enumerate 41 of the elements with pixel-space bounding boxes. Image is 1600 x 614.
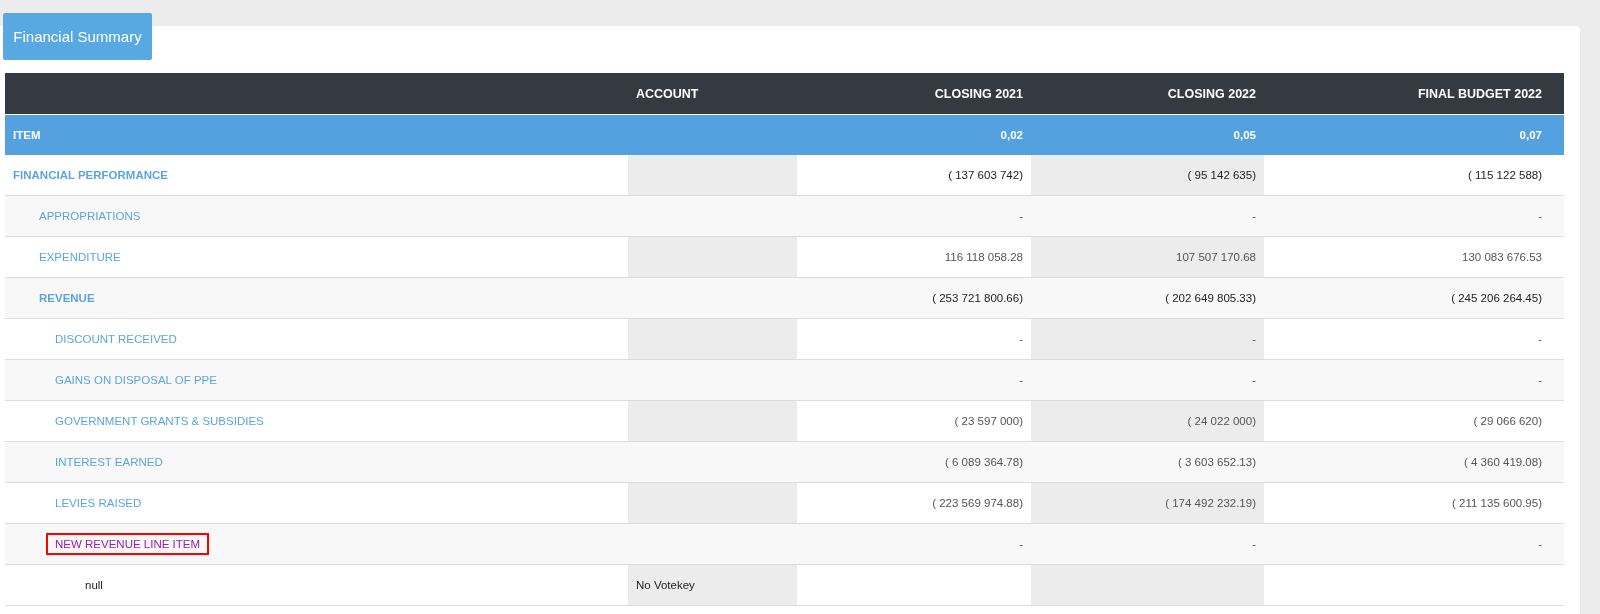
column-header: ACCOUNT [628, 73, 797, 114]
amount-cell: ( 24 022 000) [1031, 401, 1264, 442]
column-header: CLOSING 2021 [797, 73, 1031, 114]
amount-cell: ( 202 649 805.33) [1031, 278, 1264, 319]
amount-cell: - [797, 524, 1031, 565]
amount-cell: ( 174 492 232.19) [1031, 483, 1264, 524]
amount-cell: - [1264, 196, 1564, 237]
amount-cell: - [1264, 524, 1564, 565]
item-link[interactable]: FINANCIAL PERFORMANCE [4, 164, 178, 186]
amount-cell: ( 245 206 264.45) [1264, 278, 1564, 319]
column-header: FINAL BUDGET 2022 [1264, 73, 1564, 114]
item-link[interactable]: DISCOUNT RECEIVED [46, 328, 186, 350]
amount-cell: 107 507 170.68 [1031, 237, 1264, 278]
item-link[interactable]: NEW REVENUE LINE ITEM [46, 533, 210, 555]
item-link[interactable]: EXPENDITURE [30, 246, 130, 268]
column-header: CLOSING 2022 [1031, 73, 1264, 114]
account-cell: No Votekey [628, 565, 797, 606]
amount-cell: - [1031, 524, 1264, 565]
amount-cell: ( 95 142 635) [1031, 155, 1264, 196]
total-row-cell: 0,07 [1264, 114, 1564, 155]
item-link[interactable]: APPROPRIATIONS [30, 205, 150, 227]
financial-summary-tab[interactable]: Financial Summary [3, 13, 152, 60]
total-row-cell: 0,02 [797, 114, 1031, 155]
item-link[interactable]: null [76, 574, 112, 596]
amount-cell: - [1031, 319, 1264, 360]
item-link[interactable]: LEVIES RAISED [46, 492, 151, 514]
amount-cell: - [1264, 360, 1564, 401]
item-link[interactable]: INTEREST EARNED [46, 451, 172, 473]
amount-cell: ( 4 360 419.08) [1264, 442, 1564, 483]
item-link[interactable]: REVENUE [30, 287, 104, 309]
amount-cell: - [1031, 360, 1264, 401]
item-link[interactable]: GOVERNMENT GRANTS & SUBSIDIES [46, 410, 273, 432]
item-link[interactable]: GAINS ON DISPOSAL OF PPE [46, 369, 226, 391]
amount-cell: - [797, 196, 1031, 237]
total-row-label: ITEM [5, 114, 628, 155]
total-row-cell: 0,05 [1031, 114, 1264, 155]
amount-cell: ( 6 089 364.78) [797, 442, 1031, 483]
amount-cell: - [1031, 196, 1264, 237]
amount-cell: - [797, 360, 1031, 401]
amount-cell: ( 253 721 800.66) [797, 278, 1031, 319]
amount-cell: ( 3 603 652.13) [1031, 442, 1264, 483]
